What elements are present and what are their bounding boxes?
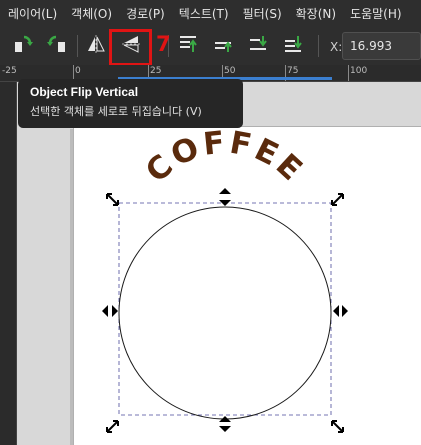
scale-handle[interactable]	[106, 193, 119, 206]
selection-bounding-box	[118, 202, 332, 416]
scale-handle[interactable]	[331, 193, 344, 206]
stretch-handle[interactable]	[102, 305, 118, 317]
tooltip: Object Flip Vertical 선택한 객체를 세로로 뒤집습니다 (…	[18, 79, 243, 128]
coffee-curved-text[interactable]: COFFEE	[139, 124, 311, 189]
tooltip-description: 선택한 객체를 세로로 뒤집습니다 (V)	[30, 105, 202, 118]
circle-shape[interactable]	[118, 206, 332, 420]
stretch-handle[interactable]	[333, 305, 348, 317]
scale-handle[interactable]	[106, 420, 119, 433]
scale-handle[interactable]	[331, 420, 344, 433]
stretch-handle[interactable]	[219, 416, 231, 432]
tooltip-title: Object Flip Vertical	[30, 85, 139, 99]
drawing-canvas: COFFEE	[102, 124, 348, 433]
